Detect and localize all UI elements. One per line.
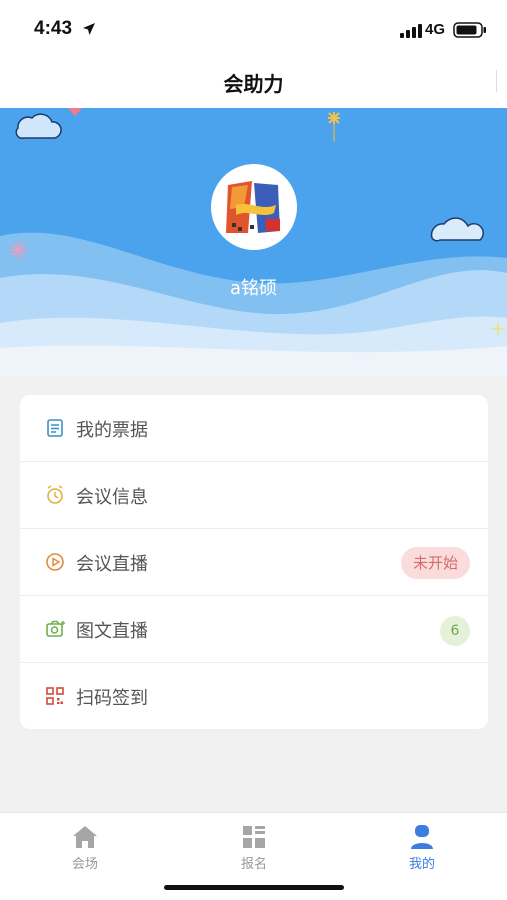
menu-item-label: 图文直播 bbox=[76, 621, 148, 642]
location-arrow-icon bbox=[83, 23, 95, 35]
tab-label: 报名 bbox=[240, 857, 267, 872]
status-badge: 未开始 bbox=[400, 547, 470, 579]
username: a铭硕 bbox=[229, 278, 278, 299]
page-title: 会助力 bbox=[223, 72, 284, 96]
menu-item-my-tickets[interactable]: 我的票据 bbox=[20, 395, 488, 462]
grid-icon bbox=[243, 826, 265, 848]
network-label: 4G bbox=[425, 21, 446, 38]
home-indicator bbox=[164, 885, 344, 890]
status-bar: 4:43 4G bbox=[0, 0, 507, 56]
user-icon bbox=[411, 825, 433, 849]
camera-icon bbox=[46, 620, 65, 637]
menu-item-meeting-info[interactable]: 会议信息 bbox=[20, 462, 488, 529]
title-divider bbox=[496, 70, 497, 92]
tab-mine[interactable]: 我的 bbox=[382, 825, 462, 872]
menu-item-label: 扫码签到 bbox=[76, 688, 148, 709]
alarm-clock-icon bbox=[47, 485, 63, 504]
menu-item-scan-checkin[interactable]: 扫码签到 bbox=[20, 663, 488, 729]
tab-label: 会场 bbox=[71, 857, 98, 872]
tab-label: 我的 bbox=[408, 857, 435, 872]
menu-item-label: 会议直播 bbox=[76, 554, 148, 575]
play-circle-icon bbox=[46, 553, 64, 571]
signal-icon bbox=[400, 24, 422, 38]
menu-item-photo-live[interactable]: 图文直播 6 bbox=[20, 596, 488, 663]
count-badge: 6 bbox=[440, 616, 470, 646]
profile-banner: a铭硕 bbox=[0, 108, 507, 376]
menu-item-label: 会议信息 bbox=[76, 487, 148, 508]
avatar-logo-image bbox=[214, 167, 294, 247]
home-icon bbox=[73, 826, 97, 848]
tab-register[interactable]: 报名 bbox=[214, 825, 294, 872]
menu-card: 我的票据 会议信息 会议直播 未开始 图文直播 6 扫码签到 bbox=[20, 395, 488, 729]
status-time: 4:43 bbox=[34, 18, 73, 39]
avatar[interactable] bbox=[211, 164, 297, 250]
qr-code-icon bbox=[46, 687, 64, 705]
battery-icon bbox=[453, 22, 486, 38]
firework-left bbox=[8, 240, 28, 260]
ticket-icon bbox=[47, 419, 63, 437]
menu-item-meeting-live[interactable]: 会议直播 未开始 bbox=[20, 529, 488, 596]
menu-item-label: 我的票据 bbox=[76, 420, 148, 441]
tab-venue[interactable]: 会场 bbox=[45, 825, 125, 872]
title-bar: 会助力 bbox=[0, 56, 507, 108]
